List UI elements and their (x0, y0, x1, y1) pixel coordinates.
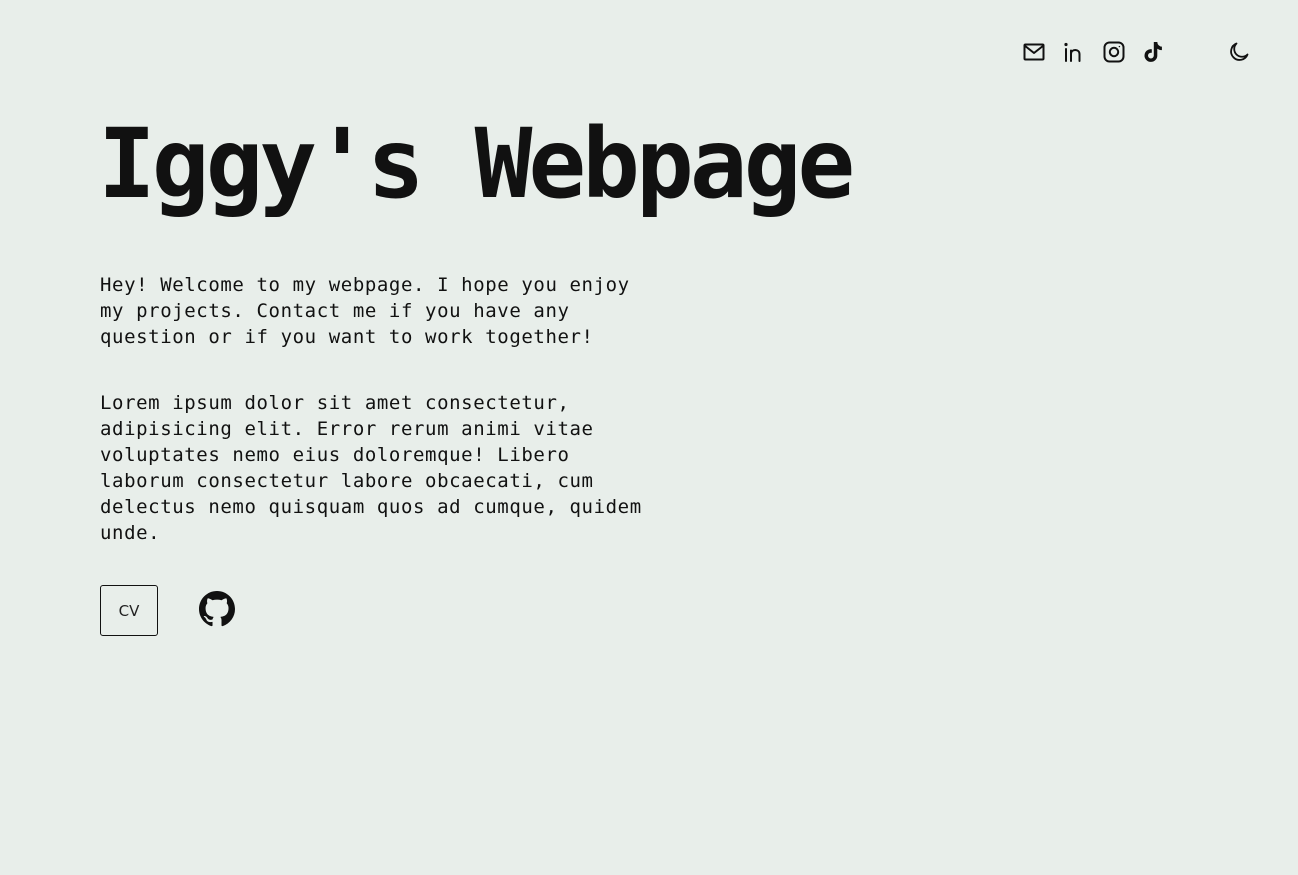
social-nav (1022, 40, 1166, 64)
instagram-link[interactable] (1102, 40, 1126, 64)
moon-icon (1227, 40, 1251, 67)
linkedin-icon (1062, 40, 1086, 64)
instagram-icon (1102, 40, 1126, 64)
tiktok-link[interactable] (1142, 40, 1166, 64)
page-title: Iggy's Webpage (98, 108, 855, 220)
mail-icon (1022, 40, 1046, 64)
github-link[interactable] (199, 591, 235, 631)
intro-text: Hey! Welcome to my webpage. I hope you e… (100, 274, 630, 348)
linkedin-link[interactable] (1062, 40, 1086, 64)
body-text: Lorem ipsum dolor sit amet consectetur, … (100, 392, 642, 544)
page: Iggy's Webpage Hey! Welcome to my webpag… (0, 0, 1298, 875)
email-link[interactable] (1022, 40, 1046, 64)
tiktok-icon (1142, 40, 1166, 64)
github-icon (199, 591, 235, 631)
theme-toggle-button[interactable] (1226, 40, 1252, 66)
cv-button[interactable]: CV (100, 585, 158, 636)
